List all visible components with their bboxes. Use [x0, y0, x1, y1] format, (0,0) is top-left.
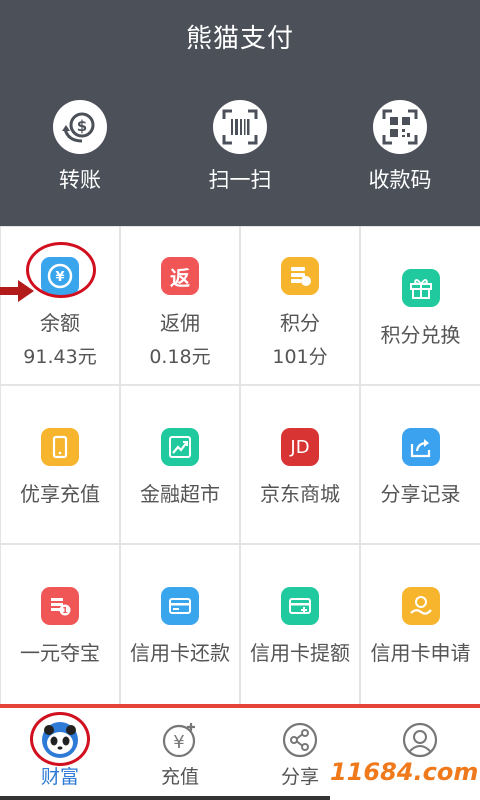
tab-recharge-label: 充值 — [160, 766, 199, 788]
card-limit-label: 信用卡提额 — [250, 641, 350, 665]
grid-item-jd-mall[interactable]: JD 京东商城 — [241, 386, 359, 543]
svg-text:¥: ¥ — [173, 732, 184, 753]
fan-rebate-icon: 返 — [161, 257, 199, 295]
grid-item-card-apply[interactable]: 信用卡申请 — [361, 545, 480, 704]
transfer-label: 转账 — [59, 168, 101, 192]
scan-button[interactable]: 扫一扫 — [180, 100, 300, 194]
premium-recharge-label: 优享充值 — [20, 482, 100, 506]
qr-code-icon — [373, 100, 427, 154]
finance-market-label: 金融超市 — [140, 482, 220, 506]
card-repay-label: 信用卡还款 — [130, 641, 230, 665]
points-icon — [281, 257, 319, 295]
jd-mall-label: 京东商城 — [260, 482, 340, 506]
tab-recharge[interactable]: ¥ 充值 — [120, 708, 240, 800]
card-limit-icon — [281, 587, 319, 625]
points-exchange-label: 积分兑换 — [380, 323, 461, 347]
one-yuan-label: 一元夺宝 — [20, 641, 100, 665]
watermark: 11684.com — [330, 758, 479, 786]
card-repay-icon — [161, 587, 199, 625]
card-apply-icon — [401, 587, 440, 625]
scan-label: 扫一扫 — [208, 168, 272, 192]
grid-item-rebate[interactable]: 返 返佣 0.18元 — [121, 227, 239, 384]
balance-label: 余额 — [40, 311, 80, 335]
transfer-button[interactable]: $ 转账 — [20, 100, 140, 194]
tab-wealth-label: 财富 — [40, 766, 79, 788]
header-bar: 熊猫支付 $ 转账 扫一扫 收款码 — [0, 0, 480, 226]
receive-code-label: 收款码 — [368, 168, 432, 192]
svg-text:$: $ — [77, 117, 87, 135]
share-record-label: 分享记录 — [380, 482, 461, 506]
rebate-value: 0.18元 — [149, 346, 211, 368]
grid-item-share-record[interactable]: 分享记录 — [361, 386, 480, 543]
grid-item-one-yuan[interactable]: 1 一元夺宝 — [1, 545, 119, 704]
highlight-circle-balance — [26, 242, 96, 298]
jd-icon: JD — [281, 428, 319, 466]
home-indicator — [0, 796, 330, 800]
trend-chart-icon — [161, 428, 199, 466]
dollar-transfer-icon: $ — [53, 100, 107, 154]
yen-plus-icon: ¥ — [160, 720, 200, 760]
svg-text:1: 1 — [62, 606, 68, 615]
tab-share[interactable]: 分享 — [240, 708, 360, 800]
receive-code-button[interactable]: 收款码 — [340, 100, 460, 194]
coin-stack-icon: 1 — [41, 587, 79, 625]
balance-value: 91.43元 — [23, 346, 97, 368]
pointer-arrow-icon — [0, 280, 34, 302]
user-icon — [400, 720, 440, 760]
grid-item-points-exchange[interactable]: 积分兑换 — [361, 227, 480, 384]
card-apply-label: 信用卡申请 — [370, 641, 471, 665]
share-icon — [280, 720, 320, 760]
grid-item-card-repay[interactable]: 信用卡还款 — [121, 545, 239, 704]
grid-item-points[interactable]: 积分 101分 — [241, 227, 359, 384]
phone-icon — [41, 428, 79, 466]
gift-icon — [401, 269, 440, 307]
points-value: 101分 — [272, 346, 328, 368]
highlight-circle-wealth — [30, 712, 90, 766]
tab-profile[interactable] — [360, 708, 480, 800]
grid-item-card-limit[interactable]: 信用卡提额 — [241, 545, 359, 704]
grid-item-premium-recharge[interactable]: 优享充值 — [1, 386, 119, 543]
app-title: 熊猫支付 — [185, 24, 294, 54]
jd-glyph: JD — [290, 436, 310, 458]
grid-item-finance-market[interactable]: 金融超市 — [121, 386, 239, 543]
points-label: 积分 — [280, 311, 320, 335]
feature-grid: ¥ 余额 91.43元 返 返佣 0.18元 积分 101分 积分兑换 优享充值 — [0, 226, 480, 704]
barcode-scan-icon — [213, 100, 267, 154]
share-record-icon — [401, 428, 440, 466]
rebate-glyph: 返 — [170, 265, 190, 290]
rebate-label: 返佣 — [160, 311, 200, 335]
